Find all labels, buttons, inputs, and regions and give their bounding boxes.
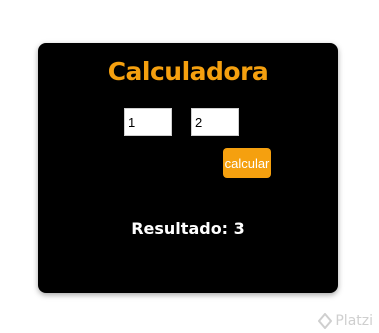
- platzi-logo-icon: [318, 313, 333, 329]
- watermark-text: Platzi: [335, 313, 373, 329]
- calculator-card: Calculadora calcular Resultado: 3: [38, 43, 338, 293]
- result-text: Resultado: 3: [131, 219, 245, 238]
- platzi-watermark: Platzi: [318, 313, 373, 329]
- calculate-button[interactable]: calcular: [223, 148, 271, 178]
- second-number-input[interactable]: [191, 108, 239, 136]
- app-title: Calculadora: [107, 57, 269, 86]
- first-number-input[interactable]: [124, 108, 172, 136]
